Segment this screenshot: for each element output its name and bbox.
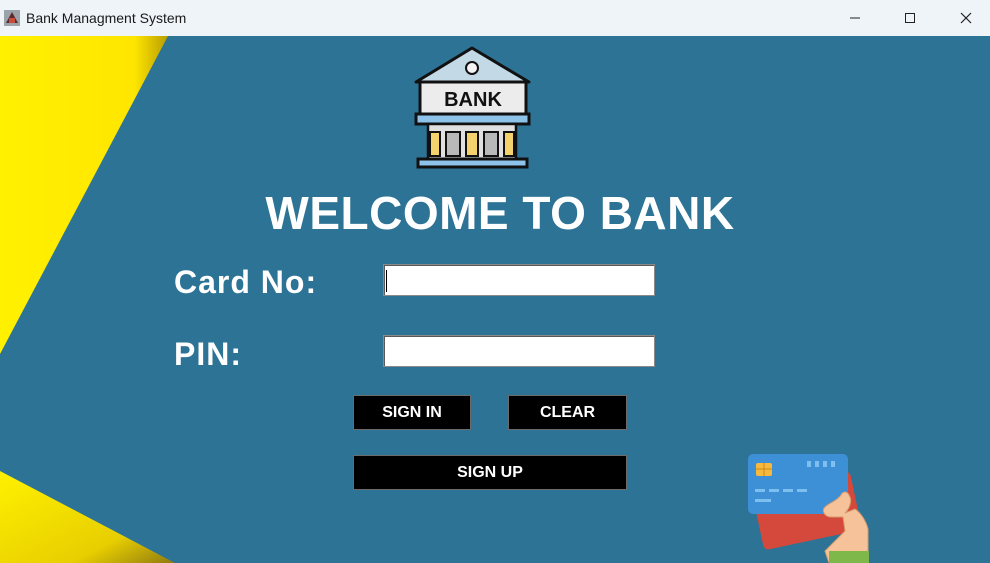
minimize-icon [850, 17, 860, 19]
card-number-input[interactable] [383, 264, 655, 296]
clear-button[interactable]: CLEAR [508, 395, 627, 430]
card-number-label: Card No: [174, 264, 318, 300]
close-button[interactable] [938, 0, 990, 36]
welcome-heading: WELCOME TO BANK [265, 187, 735, 239]
sign-up-button[interactable]: SIGN UP [353, 455, 627, 490]
login-panel: BANK WELCOME TO BANK Card No: PIN: SIGN … [0, 36, 990, 563]
maximize-button[interactable] [882, 0, 938, 36]
text-caret [386, 270, 387, 292]
bank-logo-text: BANK [444, 89, 502, 111]
window-title: Bank Managment System [26, 10, 187, 26]
app-icon [4, 10, 20, 26]
yellow-stripe-bottom [0, 471, 175, 563]
close-icon [960, 12, 972, 24]
sign-in-button[interactable]: SIGN IN [353, 395, 471, 430]
pin-label: PIN: [174, 336, 242, 372]
maximize-icon [905, 13, 915, 23]
pin-input[interactable] [383, 335, 655, 367]
title-bar: Bank Managment System [0, 0, 990, 37]
credit-card-hand-icon [748, 454, 869, 563]
bank-building-icon: BANK [414, 46, 531, 169]
minimize-button[interactable] [827, 0, 883, 36]
